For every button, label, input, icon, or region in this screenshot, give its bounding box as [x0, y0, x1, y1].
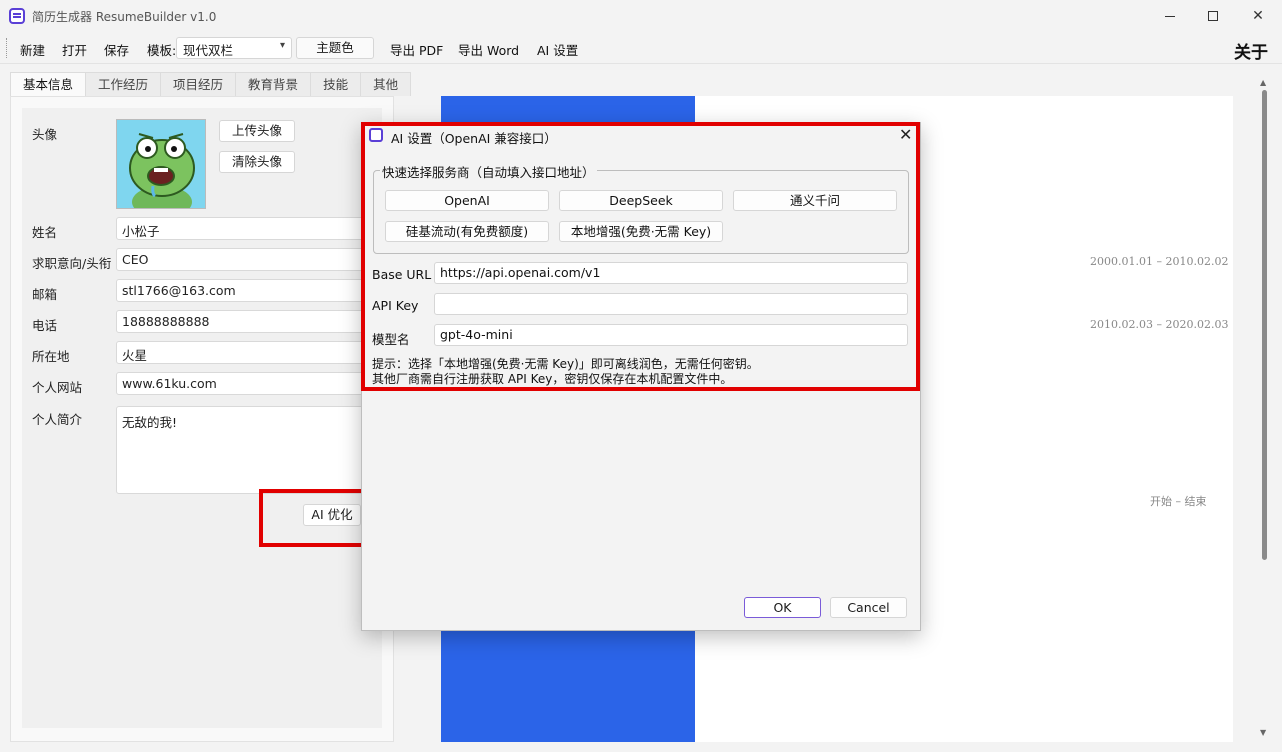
close-icon: ✕ [1252, 8, 1264, 24]
name-input[interactable]: 小松子 [116, 217, 366, 240]
preview-date-2: 2010.02.03 – 2020.02.03 [1090, 318, 1229, 331]
tab-projects[interactable]: 项目经历 [160, 72, 237, 96]
tab-basic-info[interactable]: 基本信息 [10, 72, 87, 96]
scroll-up-icon[interactable]: ▲ [1260, 78, 1266, 87]
job-title-label: 求职意向/头衔 [32, 256, 112, 271]
name-label: 姓名 [32, 225, 58, 240]
window-title: 简历生成器 ResumeBuilder v1.0 [32, 10, 217, 24]
export-word-button[interactable]: 导出 Word [458, 40, 519, 59]
editor-tabs: 基本信息 工作经历 项目经历 教育背景 技能 其他 [10, 72, 412, 96]
email-label: 邮箱 [32, 287, 58, 302]
website-label: 个人网站 [32, 380, 83, 395]
location-label: 所在地 [32, 349, 70, 364]
maximize-button[interactable] [1198, 4, 1228, 28]
tab-education[interactable]: 教育背景 [235, 72, 312, 96]
avatar [116, 119, 206, 209]
toolbar-grip-icon[interactable] [6, 38, 9, 58]
scrollbar-thumb[interactable] [1262, 90, 1267, 560]
chevron-down-icon: ▾ [279, 40, 285, 51]
preview-date-3: 开始 – 结束 [1150, 495, 1207, 508]
scroll-down-icon[interactable]: ▼ [1260, 728, 1266, 737]
new-button[interactable]: 新建 [20, 40, 45, 59]
cancel-button[interactable]: Cancel [830, 597, 907, 618]
close-window-button[interactable]: ✕ [1243, 4, 1273, 28]
ok-button[interactable]: OK [744, 597, 821, 618]
tab-work-experience[interactable]: 工作经历 [85, 72, 162, 96]
website-input[interactable]: www.61ku.com [116, 372, 366, 395]
open-button[interactable]: 打开 [62, 40, 87, 59]
phone-input[interactable]: 18888888888 [116, 310, 366, 333]
phone-label: 电话 [32, 318, 58, 333]
app-icon [9, 8, 25, 24]
bio-textarea[interactable]: 无敌的我! [116, 406, 366, 494]
export-pdf-button[interactable]: 导出 PDF [390, 40, 443, 59]
minimize-button[interactable] [1155, 4, 1185, 28]
clear-avatar-button[interactable]: 清除头像 [219, 151, 295, 173]
avatar-label: 头像 [32, 127, 58, 142]
preview-scrollbar[interactable]: ▲ ▼ [1258, 66, 1272, 742]
template-label: 模板: [147, 43, 177, 58]
frog-avatar-icon [117, 120, 205, 208]
tab-other[interactable]: 其他 [360, 72, 412, 96]
minimize-icon [1165, 15, 1175, 17]
email-input[interactable]: stl1766@163.com [116, 279, 366, 302]
job-title-input[interactable]: CEO [116, 248, 366, 271]
theme-color-button[interactable]: 主题色 [296, 37, 374, 59]
bio-label: 个人简介 [32, 412, 83, 427]
template-select[interactable]: 现代双栏 ▾ [176, 37, 292, 59]
about-button[interactable]: 关于 [1234, 38, 1268, 63]
title-bar: 简历生成器 ResumeBuilder v1.0 ✕ [0, 0, 1282, 32]
upload-avatar-button[interactable]: 上传头像 [219, 120, 295, 142]
save-button[interactable]: 保存 [104, 40, 129, 59]
highlight-box-ai-settings [361, 122, 920, 391]
tab-skills[interactable]: 技能 [310, 72, 362, 96]
ai-settings-button[interactable]: AI 设置 [537, 40, 578, 59]
template-value: 现代双栏 [183, 43, 234, 58]
location-input[interactable]: 火星 [116, 341, 366, 364]
highlight-box-ai-optimize [259, 489, 369, 547]
preview-date-1: 2000.01.01 – 2010.02.02 [1090, 255, 1229, 268]
maximize-icon [1208, 11, 1218, 21]
